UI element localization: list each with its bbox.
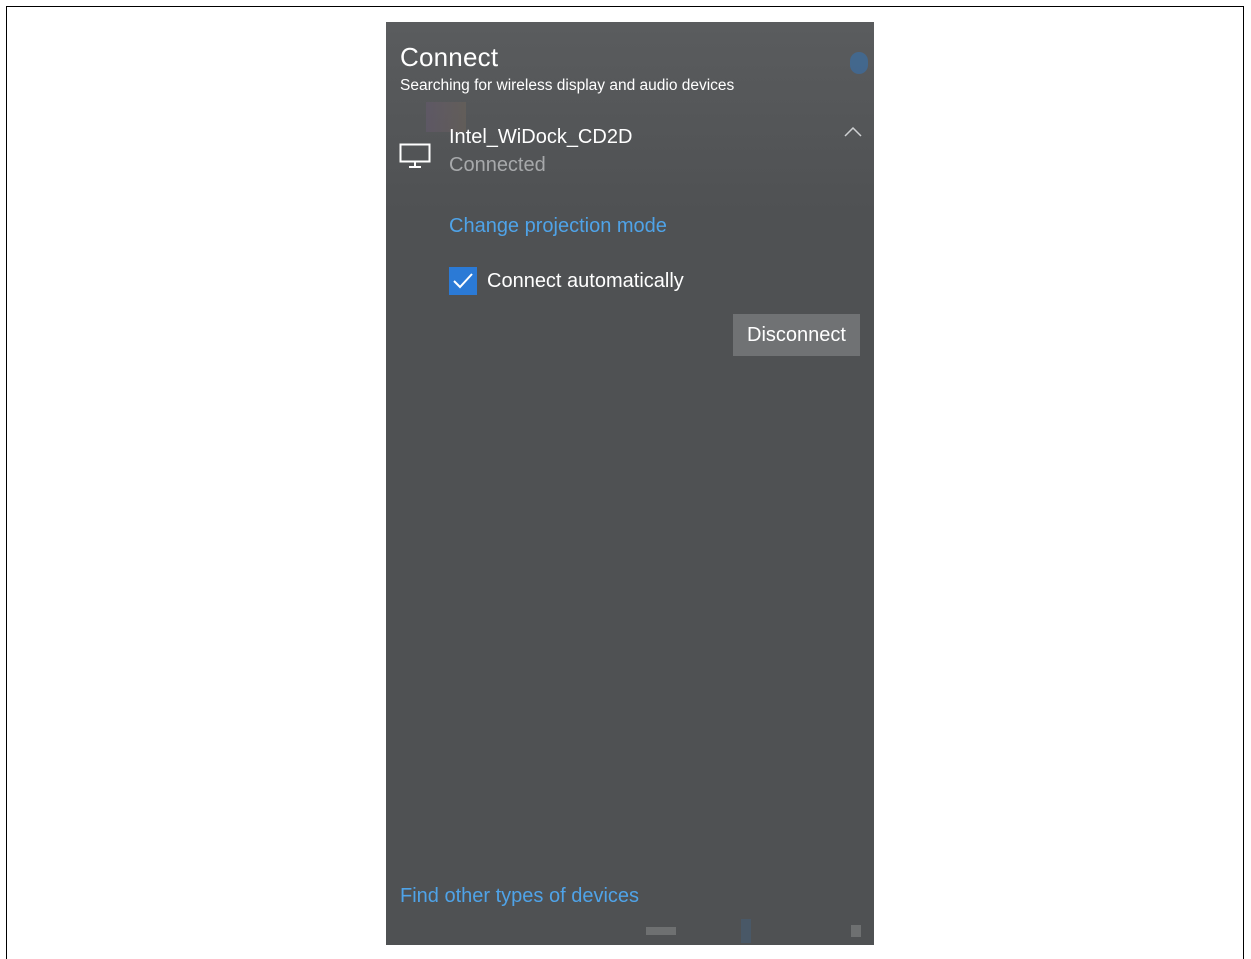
find-other-devices-link[interactable]: Find other types of devices [400,885,639,908]
flyout-title: Connect [400,42,499,72]
device-status: Connected [449,154,546,176]
connect-flyout: Connect Searching for wireless display a… [386,22,874,945]
disconnect-button[interactable]: Disconnect [733,314,860,356]
backdrop-blur-dot [850,52,868,74]
flyout-subtitle: Searching for wireless display and audio… [400,77,735,94]
change-projection-mode-link[interactable]: Change projection mode [449,215,667,238]
connect-automatically-option[interactable]: Connect automatically [449,266,684,296]
checkmark-icon [453,273,473,289]
connect-automatically-label: Connect automatically [487,269,684,292]
device-name: Intel_WiDock_CD2D [449,126,633,148]
taskbar-backdrop [646,919,861,943]
chevron-up-icon[interactable] [842,124,864,140]
monitor-icon [399,143,431,168]
connect-automatically-checkbox[interactable] [449,267,477,295]
device-list-item[interactable]: Intel_WiDock_CD2D Connected [386,118,874,188]
